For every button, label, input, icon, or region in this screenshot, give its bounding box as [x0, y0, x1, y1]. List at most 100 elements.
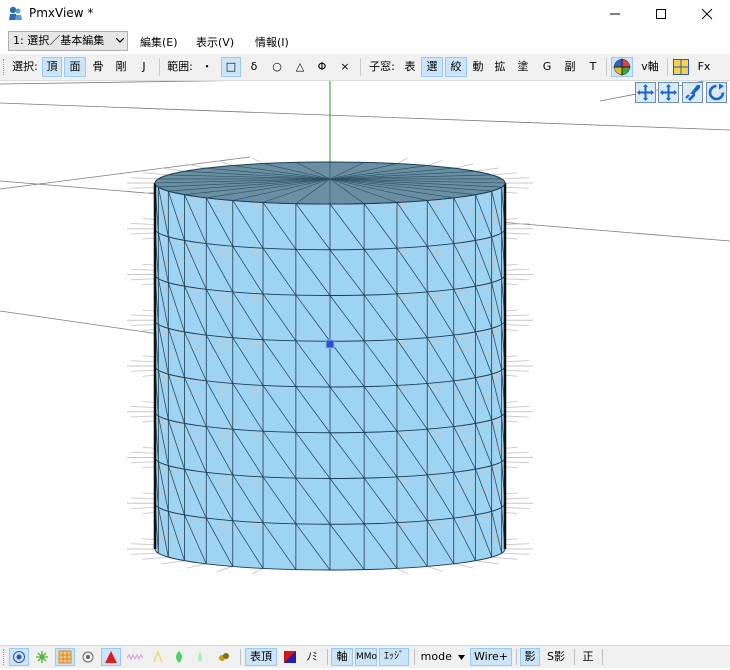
self-shadow-button[interactable]: S影	[543, 648, 569, 666]
normal-display-button[interactable]	[32, 648, 52, 666]
child-paint-button[interactable]: 塗	[514, 57, 532, 77]
mesh-grid-icon	[58, 650, 72, 664]
normal-line	[502, 553, 529, 554]
target-dot-icon	[12, 650, 26, 664]
normal-line	[476, 168, 499, 171]
normal-line	[142, 557, 168, 559]
range-rect-button[interactable]: □	[221, 57, 241, 77]
rotate-view-button[interactable]	[706, 82, 727, 103]
normal-line	[427, 566, 443, 571]
leaf-icon	[173, 650, 185, 664]
bone-display-button[interactable]	[149, 648, 167, 666]
3d-viewport[interactable]	[0, 81, 730, 644]
joint-display-button[interactable]	[191, 648, 209, 666]
grid-panel-icon	[673, 59, 689, 75]
normal-line	[502, 178, 529, 179]
child-scale-button[interactable]: 拡	[491, 57, 509, 77]
normal-line	[186, 564, 206, 568]
statusbar-separator	[602, 649, 603, 665]
chain-display-button[interactable]	[214, 648, 234, 666]
child-t-button[interactable]: T	[585, 57, 601, 77]
maximize-icon	[655, 8, 667, 20]
v-axis-button[interactable]: v軸	[637, 57, 663, 77]
statusbar-separator	[574, 649, 575, 665]
statusbar-separator	[327, 649, 328, 665]
statusbar-separator	[414, 649, 415, 665]
select-joint-button[interactable]: J	[136, 57, 152, 77]
mmo-button[interactable]: MMo	[355, 648, 377, 666]
range-x-button[interactable]: ×	[336, 57, 354, 77]
normal-line	[142, 173, 168, 175]
cross-arrows-icon	[659, 83, 678, 102]
mode-select[interactable]: 1: 選択／基本編集	[8, 31, 128, 51]
fx-button[interactable]: Fx	[694, 57, 714, 77]
wire-plus-button[interactable]: Wire+	[470, 648, 512, 666]
diagonal-arrow-icon	[683, 83, 702, 102]
menu-edit[interactable]: 編集(E)	[140, 34, 178, 50]
mode-select-value: 1: 選択／基本編集	[13, 34, 104, 47]
ortho-button[interactable]: 正	[579, 648, 597, 666]
toolbar-grip[interactable]	[3, 59, 7, 75]
menu-view[interactable]: 表示(V)	[196, 34, 234, 50]
rigid-display-button[interactable]	[170, 648, 188, 666]
ring-icon	[81, 650, 95, 664]
range-delta-button[interactable]: δ	[245, 57, 263, 77]
child-filter-button[interactable]: 絞	[445, 57, 467, 77]
normal-line	[252, 568, 263, 574]
ring-display-button[interactable]	[78, 648, 98, 666]
app-icon	[7, 5, 23, 21]
child-table-button[interactable]: 表	[401, 57, 419, 77]
select-label: 選択:	[10, 57, 40, 77]
range-phi-button[interactable]: Φ	[313, 57, 331, 77]
move-view-button[interactable]	[658, 82, 679, 103]
shadow-button[interactable]: 影	[520, 648, 540, 666]
mesh-display-button[interactable]	[55, 648, 75, 666]
axis-gizmo-button[interactable]	[611, 57, 633, 77]
grid-panel-button[interactable]	[671, 57, 691, 77]
child-g-button[interactable]: G	[538, 57, 556, 77]
child-move-button[interactable]: 動	[469, 57, 487, 77]
normal-line	[492, 557, 518, 559]
chevron-down-icon	[116, 38, 124, 44]
normal-line	[217, 566, 233, 571]
mi-button[interactable]: ﾉﾐ	[302, 648, 322, 666]
close-button[interactable]	[684, 0, 730, 28]
status-bar: 表頂 ﾉﾐ 軸 MMo ｴｯｼﾞ mode Wire+ 影 S影 正	[0, 645, 730, 668]
normal-line	[454, 564, 474, 568]
mode-dropdown[interactable]: mode	[419, 648, 467, 666]
chain-icon	[217, 650, 231, 664]
material-color-button[interactable]	[281, 648, 299, 666]
select-bone-button[interactable]: 骨	[88, 57, 108, 77]
surface-vertex-button[interactable]: 表頂	[245, 648, 277, 666]
axis-display-button[interactable]: 軸	[331, 648, 353, 666]
drop-icon	[194, 650, 206, 664]
normal-line	[427, 161, 443, 166]
minimize-icon	[609, 8, 621, 20]
grid-line	[0, 103, 730, 130]
zoom-view-button[interactable]	[682, 82, 703, 103]
child-select-button[interactable]: 選	[421, 57, 443, 77]
menu-info[interactable]: 情報(I)	[255, 34, 289, 50]
minimize-button[interactable]	[592, 0, 638, 28]
normal-line	[131, 553, 158, 554]
triangle-display-button[interactable]	[101, 648, 121, 666]
center-marker	[326, 340, 334, 348]
edge-button[interactable]: ｴｯｼﾞ	[379, 648, 409, 666]
normal-line	[161, 168, 184, 171]
scene-canvas[interactable]	[0, 81, 730, 644]
select-vertex-button[interactable]: 頂	[42, 57, 62, 77]
child-sub-button[interactable]: 副	[561, 57, 579, 77]
select-rigid-button[interactable]: 剛	[111, 57, 131, 77]
range-point-button[interactable]: ・	[198, 57, 216, 77]
maximize-button[interactable]	[638, 0, 684, 28]
select-face-button[interactable]: 面	[64, 57, 86, 77]
point-display-button[interactable]	[9, 648, 29, 666]
normal-line	[476, 561, 499, 564]
range-triangle-button[interactable]: △	[290, 57, 310, 77]
move-arrows-icon	[636, 83, 655, 102]
statusbar-grip[interactable]	[3, 649, 7, 665]
grid-line	[0, 81, 730, 84]
pan-view-button[interactable]	[635, 82, 656, 103]
range-circle-button[interactable]: ○	[267, 57, 287, 77]
wave-display-button[interactable]	[124, 648, 146, 666]
